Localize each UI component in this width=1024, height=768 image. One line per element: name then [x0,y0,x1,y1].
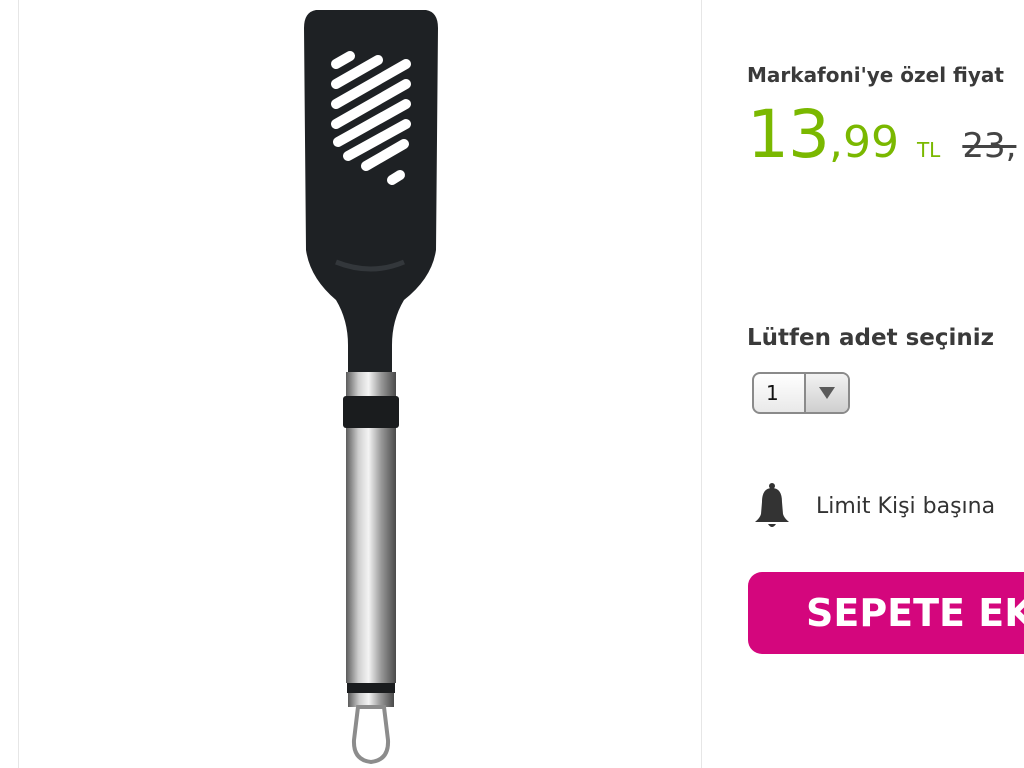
price-currency: TL [916,138,941,162]
limit-text: Limit Kişi başına [816,493,996,519]
product-image [296,0,446,768]
add-to-cart-button[interactable]: SEPETE EK [748,572,1024,654]
column-divider [701,0,702,768]
current-price-decimal: ,99 [828,117,899,168]
bell-icon [755,483,789,527]
chevron-down-icon[interactable] [804,374,848,412]
current-price-main: 13 [747,96,830,173]
special-price-label: Markafoni'ye özel fiyat [747,63,1004,87]
price-row: 13 ,99 TL 23, [747,102,1016,168]
product-page: Markafoni'ye özel fiyat 13 ,99 TL 23, Lü… [0,0,1024,768]
limit-row: Limit Kişi başına [752,482,995,530]
old-price: 23, [962,126,1017,166]
left-border [18,0,19,768]
quantity-select[interactable]: 1 [752,372,850,414]
quantity-label: Lütfen adet seçiniz [747,325,995,351]
quantity-value: 1 [766,381,779,405]
